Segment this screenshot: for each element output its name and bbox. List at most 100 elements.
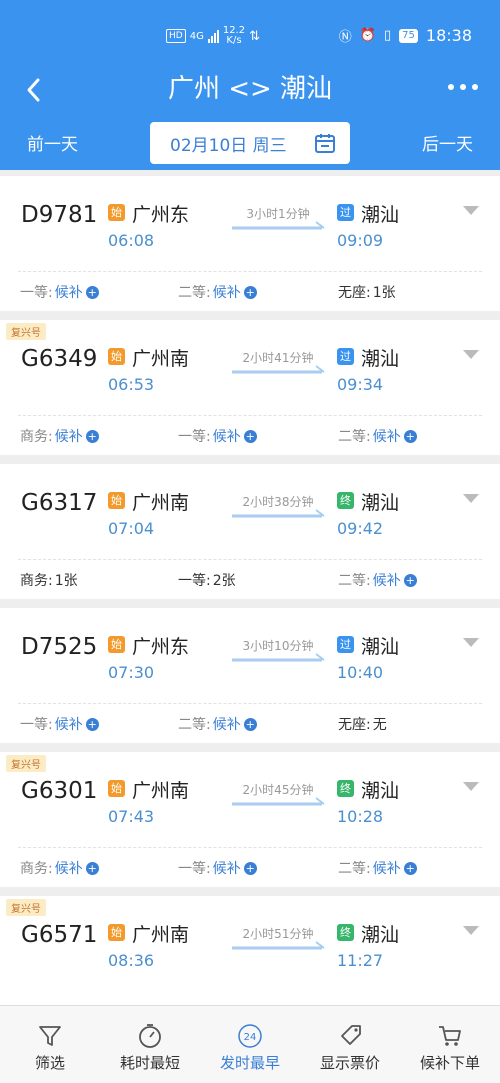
arrival-time: 09:09 xyxy=(337,231,384,250)
arrival-type-tag: 终 xyxy=(337,492,354,509)
trip-duration: 2小时51分钟 xyxy=(242,927,314,941)
waitlist-order-button[interactable]: 候补下单 xyxy=(400,1006,500,1083)
train-card[interactable]: G6317 始广州南 07:04 2小时38分钟 终潮汕 09:42 商务: 1张 一等: 2张 二… xyxy=(0,464,500,599)
divider xyxy=(18,415,482,416)
chevron-down-icon[interactable] xyxy=(463,782,479,792)
arrow-icon xyxy=(232,509,325,518)
filter-button[interactable]: 筛选 xyxy=(0,1006,100,1083)
add-waitlist-icon[interactable]: + xyxy=(403,861,417,875)
timer-icon xyxy=(139,1024,161,1048)
prev-day-button[interactable]: 前一天 xyxy=(27,130,78,155)
svg-text:24: 24 xyxy=(244,1032,257,1043)
train-card[interactable]: 复兴号 G6301 始广州南 07:43 2小时45分钟终潮汕 10:28 商务: 候补 + 一等… xyxy=(0,752,500,887)
fuxing-badge: 复兴号 xyxy=(6,323,46,340)
add-waitlist-icon[interactable]: + xyxy=(403,573,417,587)
add-waitlist-icon[interactable]: + xyxy=(243,429,257,443)
arrival-station: 潮汕 xyxy=(361,780,400,802)
arrival-type-tag: 终 xyxy=(337,780,354,797)
add-waitlist-icon[interactable]: + xyxy=(243,717,257,731)
show-price-button[interactable]: 显示票价 xyxy=(300,1006,400,1083)
clock: 18:38 xyxy=(425,26,472,45)
chevron-down-icon[interactable] xyxy=(463,638,479,648)
seat-availability: 一等: 2张 xyxy=(178,570,236,590)
departure-time: 07:04 xyxy=(108,519,155,538)
arrow-icon xyxy=(232,653,325,662)
trip-duration: 2小时45分钟 xyxy=(242,783,314,797)
seat-availability[interactable]: 一等: 候补 + xyxy=(178,858,257,878)
arrival-station: 潮汕 xyxy=(361,348,400,370)
cart-icon xyxy=(439,1026,461,1046)
add-waitlist-icon[interactable]: + xyxy=(85,285,99,299)
seat-availability[interactable]: 二等: 候补 + xyxy=(338,858,417,878)
departure-type-tag: 始 xyxy=(108,780,125,797)
train-card[interactable]: 复兴号 G6349 始广州南 06:53 2小时41分钟过潮汕 09:34 商务: 候补 + 一等… xyxy=(0,320,500,455)
page-title: 广州 <> 潮汕 xyxy=(167,74,333,104)
sort-earliest-button[interactable]: 24 发时最早 xyxy=(200,1006,300,1083)
departure-station: 广州东 xyxy=(132,636,190,658)
chevron-down-icon[interactable] xyxy=(463,926,479,936)
divider xyxy=(18,271,482,272)
chevron-down-icon[interactable] xyxy=(463,494,479,504)
train-number: G6301 xyxy=(21,778,98,804)
add-waitlist-icon[interactable]: + xyxy=(85,861,99,875)
battery-icon: 75 xyxy=(399,28,418,43)
departure-type-tag: 始 xyxy=(108,204,125,221)
seat-status: 候补 xyxy=(54,717,83,733)
seat-availability[interactable]: 一等: 候补 + xyxy=(20,714,99,734)
seat-availability[interactable]: 二等: 候补 + xyxy=(338,426,417,446)
chevron-down-icon[interactable] xyxy=(463,206,479,216)
train-card[interactable]: D9781 始广州东 06:08 3小时1分钟过潮汕 09:09 一等: 候补 + 二等: 候补 +… xyxy=(0,176,500,311)
sync-icon: ⇅ xyxy=(249,28,260,44)
arrival-time: 10:40 xyxy=(337,663,384,682)
seat-availability[interactable]: 二等: 候补 + xyxy=(338,570,417,590)
seat-availability[interactable]: 二等: 候补 + xyxy=(178,282,257,302)
add-waitlist-icon[interactable]: + xyxy=(243,285,257,299)
add-waitlist-icon[interactable]: + xyxy=(243,861,257,875)
seat-status: 候补 xyxy=(54,285,83,301)
seat-availability[interactable]: 二等: 候补 + xyxy=(178,714,257,734)
arrival-station: 潮汕 xyxy=(361,492,400,514)
seat-class: 一等: xyxy=(20,717,53,733)
arrival-type-tag: 过 xyxy=(337,204,354,221)
seat-status: 候补 xyxy=(212,861,241,877)
trip-duration: 2小时38分钟 xyxy=(242,495,314,509)
seat-class: 商务: xyxy=(20,861,53,877)
chevron-down-icon[interactable] xyxy=(463,350,479,360)
status-right: Ⓝ ⏰ ▯ 75 18:38 xyxy=(339,26,472,45)
seat-status: 候补 xyxy=(372,573,401,589)
departure-station: 广州南 xyxy=(132,492,190,514)
price-tag-icon xyxy=(341,1025,361,1045)
seat-status: 候补 xyxy=(54,429,83,445)
divider xyxy=(18,847,482,848)
seat-availability[interactable]: 一等: 候补 + xyxy=(178,426,257,446)
train-card[interactable]: D7525 始广州东 07:30 3小时10分钟过潮汕 10:40 一等: 候补 + 二等: 候补… xyxy=(0,608,500,743)
next-day-button[interactable]: 后一天 xyxy=(422,130,473,155)
seat-availability[interactable]: 商务: 候补 + xyxy=(20,426,99,446)
seat-availability[interactable]: 一等: 候补 + xyxy=(20,282,99,302)
seat-availability[interactable]: 商务: 候补 + xyxy=(20,858,99,878)
seat-class: 二等: xyxy=(338,573,371,589)
add-waitlist-icon[interactable]: + xyxy=(403,429,417,443)
train-number: G6349 xyxy=(21,346,98,372)
seat-class: 一等: xyxy=(178,429,211,445)
sort-shortest-button[interactable]: 耗时最短 xyxy=(100,1006,200,1083)
date-picker[interactable]: 02月10日 周三 xyxy=(150,122,350,164)
trip-duration: 2小时41分钟 xyxy=(242,351,314,365)
departure-time: 08:36 xyxy=(108,951,155,970)
departure-station: 广州南 xyxy=(132,348,190,370)
add-waitlist-icon[interactable]: + xyxy=(85,429,99,443)
add-waitlist-icon[interactable]: + xyxy=(85,717,99,731)
seat-status: 候补 xyxy=(212,285,241,301)
filter-icon xyxy=(39,1026,61,1046)
network-indicator: HD 4G 12.2 K/s ⇅ xyxy=(166,26,260,46)
signal-icon xyxy=(207,29,219,43)
bottom-nav: 筛选 耗时最短 24 发时最早 显示票价 候补下单 xyxy=(0,1005,500,1083)
seat-status: 候补 xyxy=(372,429,401,445)
network-speed: 12.2 K/s xyxy=(222,25,246,46)
seat-class: 商务: xyxy=(20,429,53,445)
arrival-type-tag: 过 xyxy=(337,636,354,653)
train-number: D9781 xyxy=(21,202,98,228)
departure-time: 07:43 xyxy=(108,807,155,826)
calendar-icon xyxy=(315,134,335,153)
more-icon[interactable] xyxy=(448,84,478,90)
